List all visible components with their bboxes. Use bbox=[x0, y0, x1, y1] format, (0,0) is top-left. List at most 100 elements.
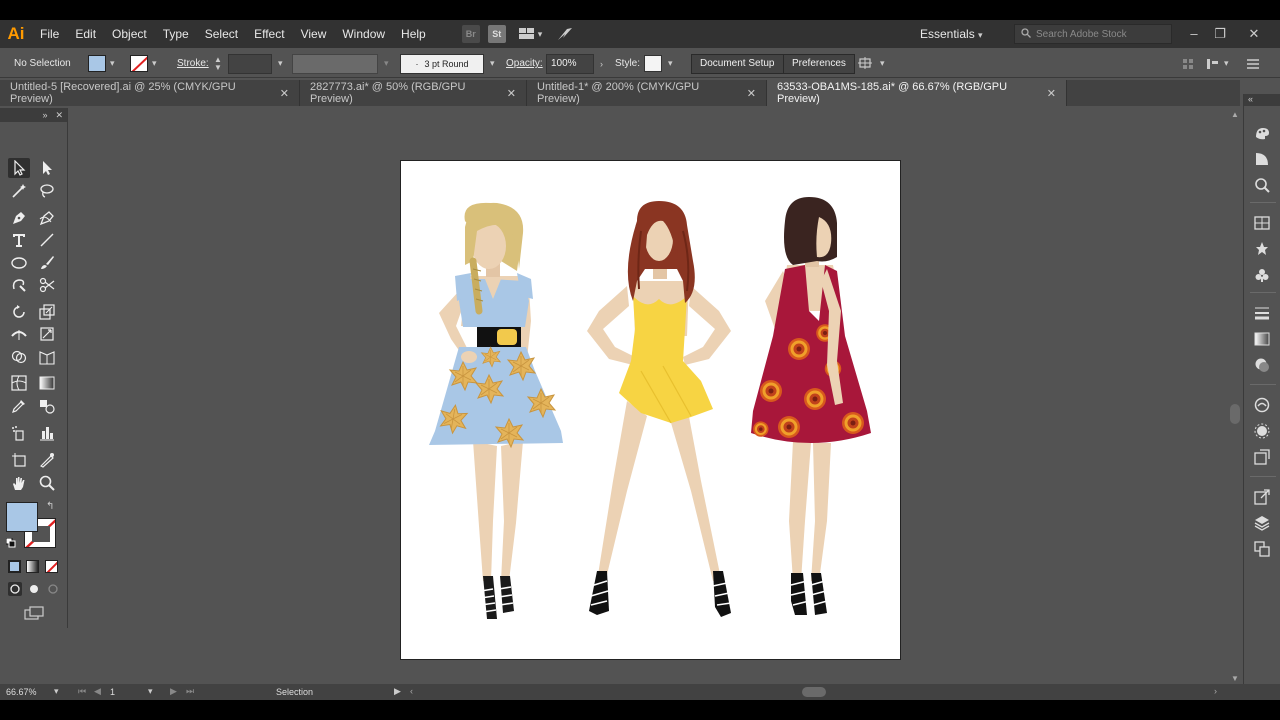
draw-inside-icon[interactable] bbox=[46, 582, 60, 596]
artboard-number[interactable]: 1 bbox=[110, 684, 146, 700]
close-button[interactable]: ✕ bbox=[1242, 20, 1266, 48]
eyedropper-tool[interactable] bbox=[8, 396, 30, 416]
swap-fill-stroke-icon[interactable]: ↰ bbox=[46, 501, 54, 512]
close-icon[interactable]: ✕ bbox=[1047, 87, 1056, 100]
layers-panel-icon[interactable] bbox=[1253, 514, 1271, 532]
document-setup-button[interactable]: Document Setup bbox=[691, 49, 784, 78]
shape-builder-tool[interactable] bbox=[8, 347, 30, 367]
status-menu-icon[interactable]: ▶ bbox=[394, 686, 401, 697]
opacity-label[interactable]: Opacity: bbox=[506, 49, 543, 78]
stroke-label[interactable]: Stroke: bbox=[177, 49, 209, 78]
brushes-panel-icon[interactable] bbox=[1253, 240, 1271, 258]
gpu-performance-icon[interactable] bbox=[556, 25, 574, 43]
chevron-down-icon[interactable]: ▾ bbox=[538, 29, 543, 40]
menu-view[interactable]: View bbox=[293, 20, 335, 48]
close-icon[interactable]: ✕ bbox=[280, 87, 289, 100]
gradient-mode-icon[interactable] bbox=[26, 560, 39, 573]
search-stock-field[interactable]: Search Adobe Stock bbox=[1014, 24, 1172, 44]
menu-select[interactable]: Select bbox=[197, 20, 246, 48]
stroke-swatch[interactable]: ▾ bbox=[130, 49, 157, 78]
graphic-style-swatch[interactable]: ▾ bbox=[644, 49, 673, 78]
tab-untitled-1[interactable]: Untitled-1* @ 200% (CMYK/GPU Preview) ✕ bbox=[527, 80, 767, 106]
menu-edit[interactable]: Edit bbox=[67, 20, 104, 48]
scale-tool[interactable] bbox=[36, 302, 58, 322]
opacity-field[interactable]: 100% › bbox=[546, 49, 603, 78]
first-artboard-icon[interactable]: ⏮ bbox=[78, 686, 86, 697]
draw-normal-icon[interactable] bbox=[8, 582, 22, 596]
next-artboard-icon[interactable]: ▶ bbox=[170, 686, 177, 697]
last-artboard-icon[interactable]: ⏭ bbox=[186, 686, 194, 697]
paintbrush-tool[interactable] bbox=[36, 253, 58, 273]
tab-63533[interactable]: 63533-OBA1MS-185.ai* @ 66.67% (RGB/GPU P… bbox=[767, 80, 1067, 106]
line-segment-tool[interactable] bbox=[36, 230, 58, 250]
color-mode-icon[interactable] bbox=[8, 560, 21, 573]
graphic-styles-panel-icon[interactable] bbox=[1253, 448, 1271, 466]
tab-2827773[interactable]: 2827773.ai* @ 50% (RGB/GPU Preview) ✕ bbox=[300, 80, 527, 106]
width-tool[interactable] bbox=[8, 324, 30, 344]
free-transform-tool[interactable] bbox=[36, 324, 58, 344]
panel-menu-icon[interactable] bbox=[1246, 49, 1260, 78]
preferences-button[interactable]: Preferences bbox=[783, 49, 855, 78]
artboards-panel-icon[interactable] bbox=[1253, 540, 1271, 558]
arrange-icon[interactable]: ▾ bbox=[858, 49, 885, 78]
align-icon[interactable] bbox=[1182, 49, 1194, 78]
swatches-panel-icon[interactable] bbox=[1253, 214, 1271, 232]
prev-artboard-icon[interactable]: ◀ bbox=[94, 686, 101, 697]
symbols-panel-icon[interactable] bbox=[1253, 266, 1271, 284]
stroke-weight-field[interactable]: ▲ ▼ ▾ bbox=[212, 49, 283, 78]
gradient-tool[interactable] bbox=[36, 373, 58, 393]
close-icon[interactable]: ✕ bbox=[55, 110, 63, 121]
direct-selection-tool[interactable] bbox=[36, 158, 58, 178]
blend-tool[interactable] bbox=[36, 396, 58, 416]
scroll-down-icon[interactable]: ▼ bbox=[1231, 674, 1239, 683]
vertical-scroll-thumb[interactable] bbox=[1230, 404, 1240, 424]
column-graph-tool[interactable] bbox=[36, 423, 58, 443]
minimize-button[interactable]: – bbox=[1182, 20, 1206, 48]
canvas[interactable] bbox=[68, 108, 1228, 686]
restore-button[interactable]: ❐ bbox=[1208, 20, 1232, 48]
scissors-tool[interactable] bbox=[36, 275, 58, 295]
fill-color-swatch[interactable] bbox=[6, 502, 38, 532]
artboard-dropdown-icon[interactable]: ▾ bbox=[148, 686, 153, 697]
libraries-panel-icon[interactable] bbox=[1253, 396, 1271, 414]
menu-file[interactable]: File bbox=[32, 20, 67, 48]
collapse-icon[interactable]: » bbox=[42, 110, 47, 120]
menu-type[interactable]: Type bbox=[155, 20, 197, 48]
tab-untitled-5[interactable]: Untitled-5 [Recovered].ai @ 25% (CMYK/GP… bbox=[0, 80, 300, 106]
fill-swatch[interactable]: ▾ bbox=[88, 49, 115, 78]
ellipse-tool[interactable] bbox=[8, 253, 30, 273]
lasso-tool[interactable] bbox=[36, 181, 58, 201]
symbol-sprayer-tool[interactable] bbox=[8, 423, 30, 443]
shaper-tool[interactable] bbox=[8, 275, 30, 295]
default-colors-icon[interactable] bbox=[5, 537, 16, 548]
current-tool-status[interactable]: Selection bbox=[276, 684, 313, 700]
mesh-tool[interactable] bbox=[8, 373, 30, 393]
type-tool[interactable] bbox=[8, 230, 30, 250]
screen-mode-icon[interactable] bbox=[24, 606, 44, 620]
tools-panel-header[interactable]: » ✕ bbox=[0, 108, 67, 122]
arrange-documents-icon[interactable] bbox=[518, 25, 536, 43]
stock-icon[interactable]: St bbox=[487, 25, 506, 43]
scroll-right-icon[interactable]: › bbox=[1214, 686, 1217, 696]
magic-wand-tool[interactable] bbox=[8, 181, 30, 201]
dock-collapse-icon[interactable]: « bbox=[1244, 94, 1280, 106]
export-panel-icon[interactable] bbox=[1253, 488, 1271, 506]
scroll-up-icon[interactable]: ▲ bbox=[1231, 110, 1239, 119]
vertical-scrollbar[interactable]: ▲ ▼ bbox=[1228, 108, 1242, 686]
selection-tool[interactable] bbox=[8, 158, 30, 178]
horizontal-scroll-thumb[interactable] bbox=[802, 687, 826, 697]
zoom-dropdown-icon[interactable]: ▾ bbox=[54, 686, 59, 697]
appearance-panel-icon[interactable] bbox=[1253, 422, 1271, 440]
hand-tool[interactable] bbox=[8, 473, 30, 493]
brush-definition[interactable]: · 3 pt Round ▾ bbox=[400, 49, 495, 78]
close-icon[interactable]: ✕ bbox=[507, 87, 516, 100]
draw-behind-icon[interactable] bbox=[27, 582, 41, 596]
menu-window[interactable]: Window bbox=[334, 20, 393, 48]
transform-icon[interactable]: ▾ bbox=[1206, 49, 1229, 78]
zoom-tool[interactable] bbox=[36, 473, 58, 493]
perspective-grid-tool[interactable] bbox=[36, 347, 58, 367]
menu-help[interactable]: Help bbox=[393, 20, 434, 48]
close-icon[interactable]: ✕ bbox=[747, 87, 756, 100]
stroke-panel-icon[interactable] bbox=[1253, 304, 1271, 322]
transparency-panel-icon[interactable] bbox=[1253, 356, 1271, 374]
